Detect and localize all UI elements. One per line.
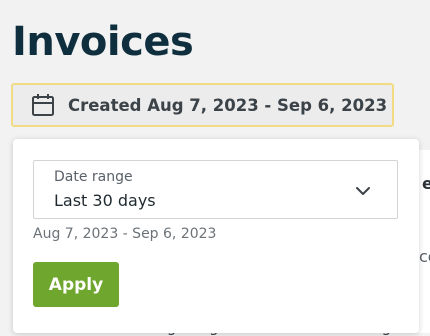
table-cell-fragment: co — [419, 247, 430, 266]
table-left-edge — [0, 150, 12, 333]
apply-button[interactable]: Apply — [33, 262, 119, 307]
date-filter-label: Created Aug 7, 2023 - Sep 6, 2023 — [68, 95, 388, 115]
date-range-select[interactable]: Date range Last 30 days — [33, 160, 398, 219]
date-range-text: Aug 7, 2023 - Sep 6, 2023 — [33, 226, 217, 242]
calendar-icon — [31, 93, 55, 117]
date-filter-button[interactable]: Created Aug 7, 2023 - Sep 6, 2023 — [11, 83, 394, 127]
date-range-select-value: Last 30 days — [54, 191, 156, 210]
date-range-popover: Date range Last 30 days Aug 7, 2023 - Se… — [13, 139, 419, 333]
page-title: Invoices — [12, 19, 194, 65]
chevron-down-icon — [354, 182, 372, 200]
table-header-fragment: e — [422, 174, 430, 193]
date-range-select-caption: Date range — [54, 169, 133, 185]
